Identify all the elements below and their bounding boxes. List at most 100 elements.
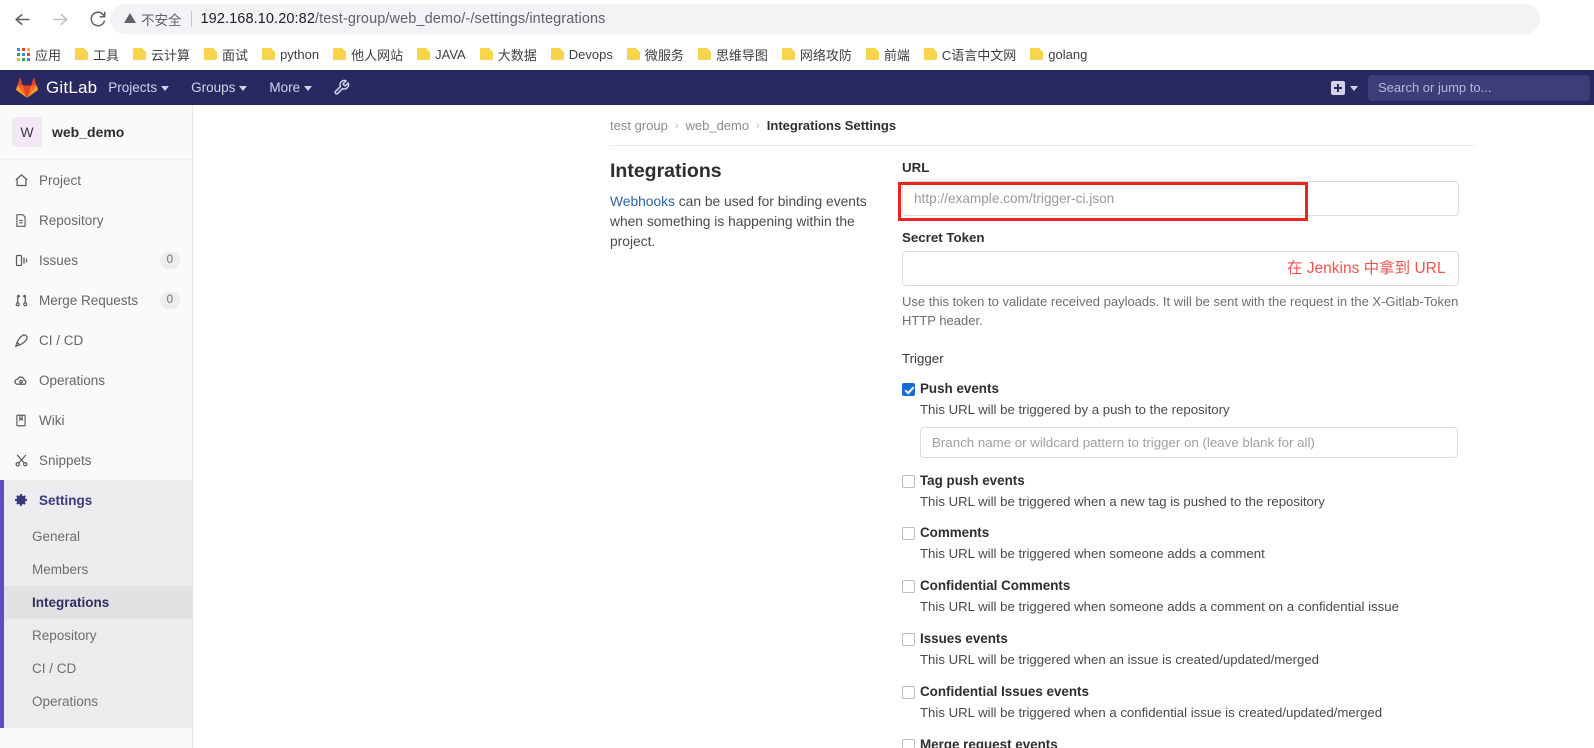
- merge-request-events-checkbox[interactable]: [902, 738, 915, 748]
- trigger-title: Tag push events: [920, 472, 1025, 488]
- omnibox-divider: [190, 11, 192, 27]
- confidential-comments-checkbox[interactable]: [902, 580, 915, 594]
- bookmark-label: python: [280, 46, 320, 62]
- bookmark-folder-13[interactable]: C语言中文网: [917, 42, 1023, 67]
- sidebar-item-integrations[interactable]: Integrations: [0, 586, 192, 619]
- sidebar-item-merge-requests[interactable]: Merge Requests 0: [0, 280, 192, 320]
- bookmark-folder-7[interactable]: 大数据: [473, 42, 544, 67]
- bookmark-folder-12[interactable]: 前端: [859, 42, 917, 67]
- bookmark-folder-8[interactable]: Devops: [544, 44, 620, 65]
- sidebar-item-operations[interactable]: Operations: [0, 360, 192, 400]
- bookmark-label: JAVA: [435, 46, 466, 62]
- sidebar-item-settings-operations[interactable]: Operations: [0, 685, 192, 718]
- sidebar-item-settings-ci-cd[interactable]: CI / CD: [0, 652, 192, 685]
- trigger-desc: This URL will be triggered when someone …: [920, 599, 1399, 615]
- folder-icon: [781, 48, 795, 60]
- trigger-title: Merge request events: [920, 736, 1058, 748]
- breadcrumb-group[interactable]: test group: [610, 118, 668, 133]
- nav-groups[interactable]: Groups: [180, 70, 258, 105]
- sidebar-item-issues[interactable]: Issues 0: [0, 240, 192, 280]
- url-host: 192.168.10.20:82: [200, 11, 315, 27]
- url-path: /test-group/web_demo/-/settings/integrat…: [315, 11, 606, 27]
- navbar-right: Search or jump to...: [1321, 70, 1594, 105]
- project-header[interactable]: W web_demo: [0, 105, 192, 160]
- book-icon: [13, 412, 29, 428]
- trigger-comments: Comments This URL will be triggered when…: [902, 524, 1459, 563]
- folder-icon: [133, 48, 147, 60]
- sidebar-item-members[interactable]: Members: [0, 553, 192, 586]
- trigger-title: Confidential Comments: [920, 578, 1071, 594]
- trigger-title: Comments: [920, 525, 990, 541]
- security-warning-chip[interactable]: 不安全: [124, 9, 182, 29]
- url-input[interactable]: [902, 181, 1459, 216]
- merge-icon: [13, 292, 29, 308]
- webhook-form: URL Secret Token Use this token to valid…: [898, 160, 1459, 748]
- forward-arrow-icon[interactable]: [44, 3, 76, 35]
- address-bar[interactable]: 不安全 192.168.10.20:82/test-group/web_demo…: [110, 4, 1540, 34]
- trigger-desc: This URL will be triggered by a push to …: [920, 401, 1230, 417]
- url-field-label: URL: [902, 160, 930, 175]
- search-input[interactable]: Search or jump to...: [1368, 74, 1590, 101]
- avatar: W: [12, 117, 42, 147]
- sidebar-item-wiki[interactable]: Wiki: [0, 400, 192, 440]
- folder-icon: [262, 48, 276, 60]
- trigger-tag-push-events: Tag push events This URL will be trigger…: [902, 472, 1459, 511]
- sidebar-item-snippets[interactable]: Snippets: [0, 440, 192, 480]
- push-events-checkbox[interactable]: [902, 382, 915, 396]
- sidebar-item-general[interactable]: General: [0, 520, 192, 553]
- apps-grid-icon: [17, 47, 30, 61]
- folder-icon: [923, 48, 937, 60]
- bookmark-label: Devops: [568, 46, 613, 62]
- browser-chrome: 不安全 192.168.10.20:82/test-group/web_demo…: [0, 0, 1594, 70]
- folder-icon: [333, 48, 347, 60]
- bookmark-folder-6[interactable]: JAVA: [410, 44, 473, 65]
- comments-checkbox[interactable]: [902, 527, 915, 541]
- bookmark-folder-9[interactable]: 微服务: [620, 42, 691, 67]
- nav-more[interactable]: More: [258, 70, 323, 105]
- trigger-section-label: Trigger: [902, 350, 944, 366]
- back-arrow-icon[interactable]: [6, 3, 38, 35]
- sidebar-item-settings[interactable]: Settings: [0, 480, 192, 520]
- page-description: Webhooks can be used for binding events …: [610, 192, 890, 252]
- tag-push-events-checkbox[interactable]: [902, 474, 915, 488]
- sidebar-item-label: Snippets: [39, 452, 92, 468]
- webhooks-link[interactable]: Webhooks: [610, 194, 675, 209]
- push-branch-filter-input[interactable]: [920, 426, 1458, 458]
- wrench-icon[interactable]: [333, 79, 350, 96]
- sidebar-item-ci-cd[interactable]: CI / CD: [0, 320, 192, 360]
- chevron-down-icon: [1350, 86, 1358, 91]
- folder-icon: [479, 48, 493, 60]
- breadcrumb-divider: [610, 145, 1475, 146]
- chevron-right-icon: ›: [756, 119, 760, 132]
- secret-token-help: Use this token to validate received payl…: [902, 294, 1459, 328]
- trigger-push-events: Push events This URL will be triggered b…: [902, 380, 1459, 458]
- bookmark-label: 大数据: [497, 47, 537, 63]
- bookmark-folder-11[interactable]: 网络攻防: [775, 42, 859, 67]
- sidebar-item-label: Settings: [39, 492, 93, 508]
- bookmark-folder-14[interactable]: golang: [1023, 44, 1094, 65]
- chevron-down-icon: [161, 86, 170, 91]
- confidential-issues-events-checkbox[interactable]: [902, 685, 915, 699]
- sidebar-item-settings-repository[interactable]: Repository: [0, 619, 192, 652]
- gitlab-logo-icon: [16, 77, 38, 98]
- bookmark-folder-3[interactable]: 面试: [197, 42, 255, 67]
- bookmark-folder-1[interactable]: 工具: [68, 42, 126, 67]
- breadcrumb-project[interactable]: web_demo: [686, 118, 750, 133]
- bookmark-apps[interactable]: 应用: [10, 42, 68, 67]
- bookmark-folder-10[interactable]: 思维导图: [691, 42, 775, 67]
- breadcrumb-current[interactable]: Integrations Settings: [767, 118, 896, 133]
- create-new-button[interactable]: [1321, 80, 1368, 95]
- bookmark-folder-5[interactable]: 他人网站: [326, 42, 410, 67]
- gitlab-navbar: GitLab Projects Groups More Search or ju…: [0, 70, 1594, 105]
- gitlab-brand-label: GitLab: [46, 77, 98, 97]
- doc-icon: [13, 212, 29, 228]
- bookmark-label: 网络攻防: [799, 47, 852, 63]
- bookmark-folder-4[interactable]: python: [255, 44, 326, 65]
- issues-events-checkbox[interactable]: [902, 632, 915, 646]
- gitlab-home-link[interactable]: GitLab: [0, 77, 97, 98]
- url-text: 192.168.10.20:82/test-group/web_demo/-/s…: [201, 11, 606, 27]
- nav-projects[interactable]: Projects: [97, 70, 180, 105]
- sidebar-item-project[interactable]: Project: [0, 160, 192, 200]
- bookmark-folder-2[interactable]: 云计算: [126, 42, 197, 67]
- sidebar-item-repository[interactable]: Repository: [0, 200, 192, 240]
